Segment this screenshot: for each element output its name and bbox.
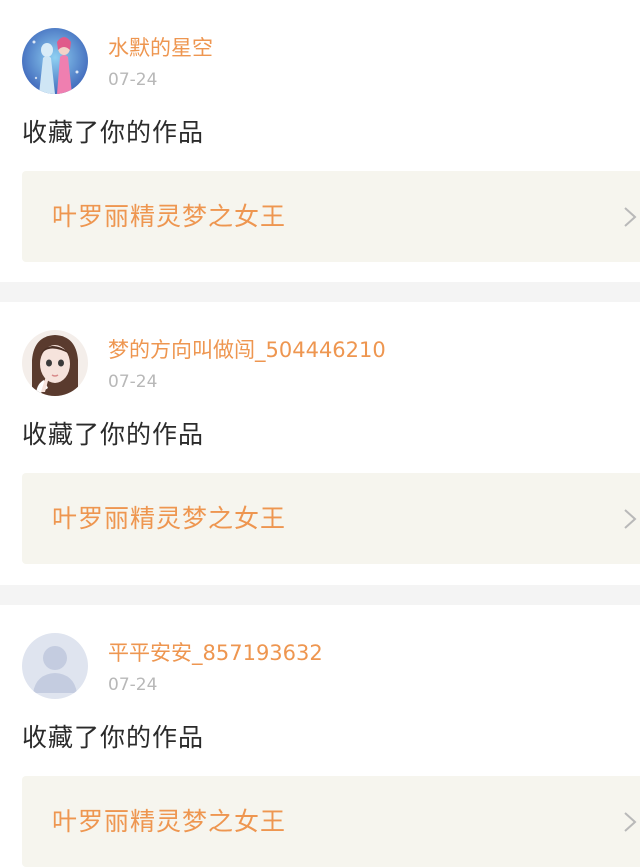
notification-feed: 水默的星空 07-24 收藏了你的作品 叶罗丽精灵梦之女王 梦的方向叫做闯_50… — [0, 0, 640, 867]
notification-item: 水默的星空 07-24 收藏了你的作品 叶罗丽精灵梦之女王 — [0, 0, 640, 282]
username[interactable]: 梦的方向叫做闯_504446210 — [108, 336, 386, 364]
default-avatar-icon — [22, 633, 88, 699]
username[interactable]: 水默的星空 — [108, 34, 213, 62]
chevron-right-icon — [624, 812, 637, 832]
work-title: 叶罗丽精灵梦之女王 — [52, 202, 287, 231]
action-text: 收藏了你的作品 — [22, 420, 205, 449]
work-card[interactable]: 叶罗丽精灵梦之女王 — [22, 171, 640, 262]
divider — [0, 585, 640, 605]
action-text: 收藏了你的作品 — [22, 118, 205, 147]
work-title: 叶罗丽精灵梦之女王 — [52, 807, 287, 836]
chevron-right-icon — [624, 207, 637, 227]
work-title: 叶罗丽精灵梦之女王 — [52, 504, 287, 533]
action-text: 收藏了你的作品 — [22, 723, 205, 752]
work-card[interactable]: 叶罗丽精灵梦之女王 — [22, 776, 640, 867]
notification-item: 梦的方向叫做闯_504446210 07-24 收藏了你的作品 叶罗丽精灵梦之女… — [0, 302, 640, 585]
user-avatar[interactable] — [22, 330, 88, 396]
user-avatar[interactable] — [22, 633, 88, 699]
doll-avatar-icon — [22, 330, 88, 396]
username[interactable]: 平平安安_857193632 — [108, 639, 323, 667]
notification-item: 平平安安_857193632 07-24 收藏了你的作品 叶罗丽精灵梦之女王 — [0, 605, 640, 867]
work-card[interactable]: 叶罗丽精灵梦之女王 — [22, 473, 640, 564]
fairy-avatar-icon — [22, 28, 88, 94]
timestamp: 07-24 — [108, 675, 158, 695]
divider — [0, 282, 640, 302]
timestamp: 07-24 — [108, 372, 158, 392]
user-avatar[interactable] — [22, 28, 88, 94]
timestamp: 07-24 — [108, 70, 158, 90]
chevron-right-icon — [624, 509, 637, 529]
